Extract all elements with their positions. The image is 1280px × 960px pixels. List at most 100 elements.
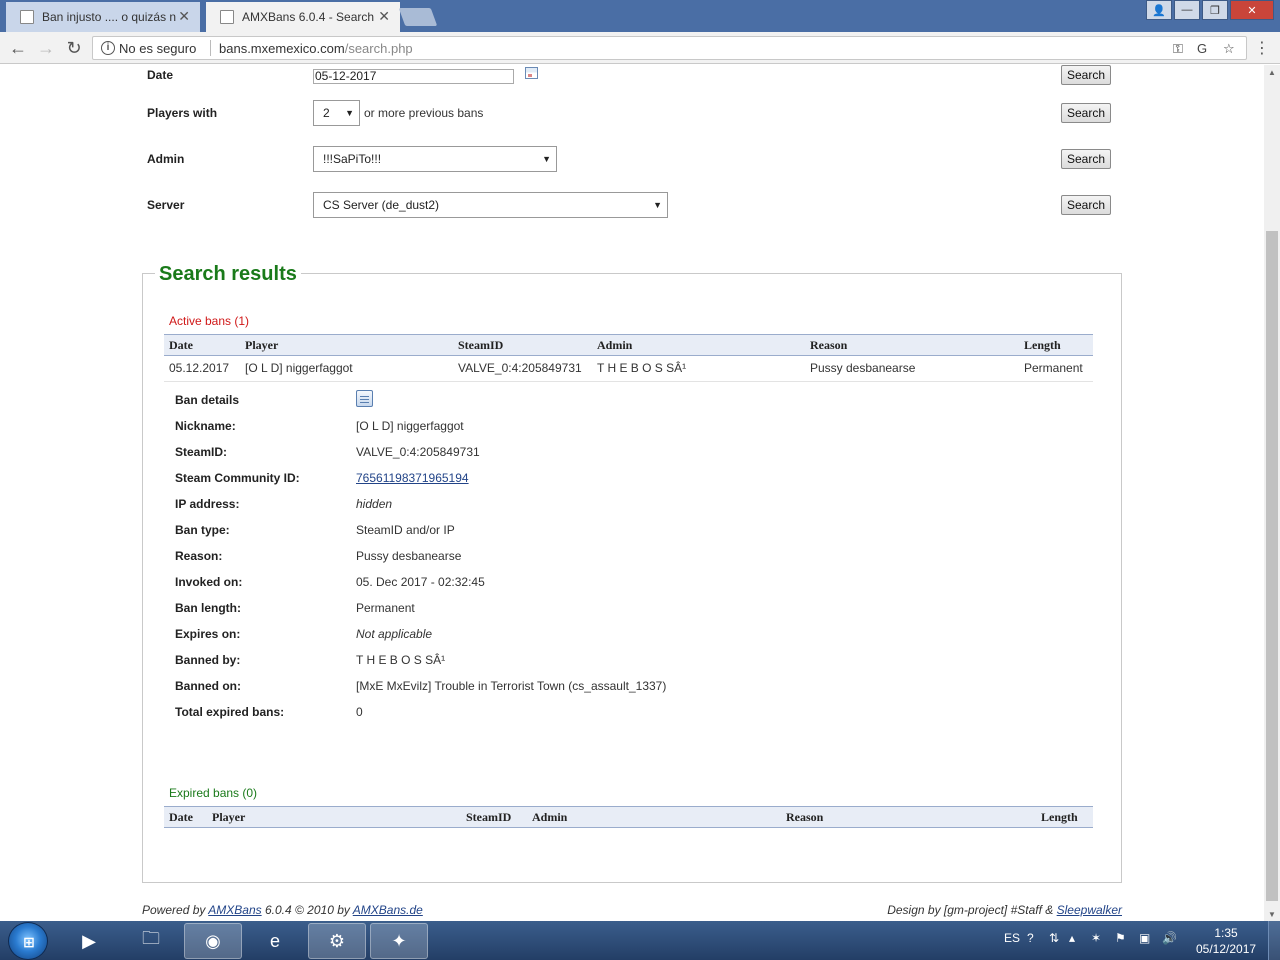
col-reason: Reason — [786, 810, 824, 824]
col-date: Date — [169, 810, 193, 824]
scroll-up-icon[interactable]: ▲ — [1264, 65, 1280, 79]
security-label[interactable]: No es seguro — [119, 41, 196, 56]
scroll-thumb[interactable] — [1266, 231, 1278, 901]
col-date: Date — [169, 338, 193, 352]
amxbans-link[interactable]: AMXBans — [208, 903, 261, 917]
page-favicon-icon — [20, 10, 34, 24]
players-label: Players with — [147, 106, 218, 120]
url-text[interactable]: bans.mxemexico.com/search.php — [219, 41, 413, 56]
user-icon[interactable]: 👤 — [1146, 0, 1172, 20]
search-players-button[interactable]: Search — [1061, 103, 1111, 123]
scroll-down-icon[interactable]: ▼ — [1264, 907, 1280, 921]
detail-ban-type: SteamID and/or IP — [356, 523, 455, 537]
media-player-icon[interactable]: ▶ — [60, 923, 118, 959]
url-domain: bans.mxemexico.com — [219, 41, 345, 56]
amxbans-de-link[interactable]: AMXBans.de — [353, 903, 423, 917]
dropdown-arrow-icon: ▼ — [653, 200, 662, 210]
search-date-button[interactable]: Search — [1061, 65, 1111, 85]
internet-explorer-icon[interactable]: e — [246, 923, 304, 959]
menu-icon[interactable]: ⋮ — [1254, 38, 1270, 58]
footer-design: Design by [gm-project] #Staff & Sleepwal… — [887, 903, 1122, 917]
footer-text: 6.0.4 © 2010 by — [264, 903, 350, 917]
active-bans-title: Active bans (1) — [169, 314, 250, 328]
row-admin: T H E B O S SÂ¹ — [597, 361, 687, 375]
detail-label: Ban type: — [175, 523, 230, 537]
info-icon[interactable]: i — [101, 41, 115, 55]
url-path: /search.php — [344, 41, 413, 56]
active-bans-header: Date Player SteamID Admin Reason Length — [164, 334, 1093, 356]
chrome-icon[interactable]: ◉ — [184, 923, 242, 959]
footer-text: Design by [gm-project] #Staff & — [887, 903, 1054, 917]
steam-icon[interactable]: ⚙ — [308, 923, 366, 959]
flag-icon[interactable]: ⚑ — [1115, 931, 1126, 945]
tab-title: Ban injusto .... o quizás n — [42, 10, 177, 24]
detail-nickname: [O L D] niggerfaggot — [356, 419, 464, 433]
col-player: Player — [245, 338, 279, 352]
key-icon[interactable]: ⚿ — [1173, 41, 1183, 57]
new-tab-button[interactable] — [398, 8, 438, 26]
detail-length: Permanent — [356, 601, 415, 615]
show-desktop-button[interactable] — [1268, 921, 1280, 960]
dropdown-arrow-icon: ▼ — [345, 108, 354, 118]
results-title: Search results — [155, 263, 301, 286]
tray-app-icon[interactable]: ✶ — [1091, 931, 1101, 945]
detail-label: IP address: — [175, 497, 240, 511]
detail-label: Expires on: — [175, 627, 241, 641]
row-steamid: VALVE_0:4:205849731 — [458, 361, 582, 375]
start-button[interactable]: ⊞ — [8, 922, 48, 960]
volume-icon[interactable]: 🔊 — [1162, 931, 1177, 945]
reload-icon[interactable]: ↻ — [63, 37, 85, 59]
col-admin: Admin — [597, 338, 633, 352]
date-label: Date — [147, 68, 174, 82]
calendar-icon[interactable] — [525, 67, 538, 79]
address-bar[interactable]: i No es seguro bans.mxemexico.com/search… — [92, 36, 1247, 60]
row-player: [O L D] niggerfaggot — [245, 361, 353, 375]
detail-label: SteamID: — [175, 445, 228, 459]
clock-time: 1:35 — [1214, 926, 1238, 940]
tray-expand-icon[interactable]: ▴ — [1069, 931, 1075, 945]
star-icon[interactable]: ☆ — [1223, 41, 1235, 57]
detail-reason: Pussy desbanearse — [356, 549, 462, 563]
language-indicator[interactable]: ES — [1004, 931, 1020, 945]
network-sync-icon[interactable]: ⇅ — [1049, 931, 1059, 945]
sleepwalker-link[interactable]: Sleepwalker — [1057, 903, 1122, 917]
steam-community-link[interactable]: 76561198371965194 — [356, 471, 469, 485]
close-window-button[interactable]: ✕ — [1230, 0, 1274, 20]
detail-label: Total expired bans: — [175, 705, 285, 719]
page-scrollbar[interactable]: ▲ ▼ — [1264, 65, 1280, 921]
windows-logo-icon: ⊞ — [23, 934, 35, 950]
expired-bans-title: Expired bans (0) — [169, 786, 258, 800]
counter-strike-icon[interactable]: ✦ — [370, 923, 428, 959]
browser-tab-1[interactable]: Ban injusto .... o quizás n ✕ — [6, 2, 200, 32]
help-icon[interactable]: ? — [1027, 931, 1034, 945]
detail-ip: hidden — [356, 497, 393, 511]
close-icon[interactable]: ✕ — [178, 8, 190, 25]
file-explorer-icon[interactable]: 🗀 — [122, 923, 180, 959]
browser-toolbar: ← → ↻ i No es seguro bans.mxemexico.com/… — [0, 32, 1280, 64]
tab-title: AMXBans 6.0.4 - Search — [242, 10, 375, 24]
back-arrow-icon[interactable]: ← — [7, 37, 29, 59]
network-icon[interactable]: ▣ — [1139, 931, 1150, 945]
divider — [210, 40, 211, 56]
page-favicon-icon — [220, 10, 234, 24]
admin-select[interactable]: !!!SaPiTo!!! ▼ — [313, 146, 557, 172]
players-suffix: or more previous bans — [364, 106, 484, 120]
search-server-button[interactable]: Search — [1061, 195, 1111, 215]
players-select[interactable]: 2 ▼ — [313, 100, 360, 126]
browser-tab-2[interactable]: AMXBans 6.0.4 - Search ✕ — [206, 2, 400, 32]
server-label: Server — [147, 198, 185, 212]
translate-icon[interactable]: G — [1197, 41, 1207, 56]
date-input[interactable]: 05-12-2017 — [313, 69, 514, 84]
search-admin-button[interactable]: Search — [1061, 149, 1111, 169]
detail-label: Steam Community ID: — [175, 471, 300, 485]
system-clock[interactable]: 1:35 05/12/2017 — [1196, 925, 1256, 957]
forward-arrow-icon[interactable]: → — [35, 37, 57, 59]
server-select[interactable]: CS Server (de_dust2) ▼ — [313, 192, 668, 218]
detail-invoked: 05. Dec 2017 - 02:32:45 — [356, 575, 485, 589]
close-icon[interactable]: ✕ — [378, 8, 390, 25]
document-icon[interactable] — [356, 390, 373, 407]
dropdown-arrow-icon: ▼ — [542, 154, 551, 164]
maximize-button[interactable]: ❐ — [1202, 0, 1228, 20]
minimize-button[interactable]: — — [1174, 0, 1200, 20]
page-content: Date 05-12-2017 Search Players with 2 ▼ … — [0, 65, 1264, 921]
